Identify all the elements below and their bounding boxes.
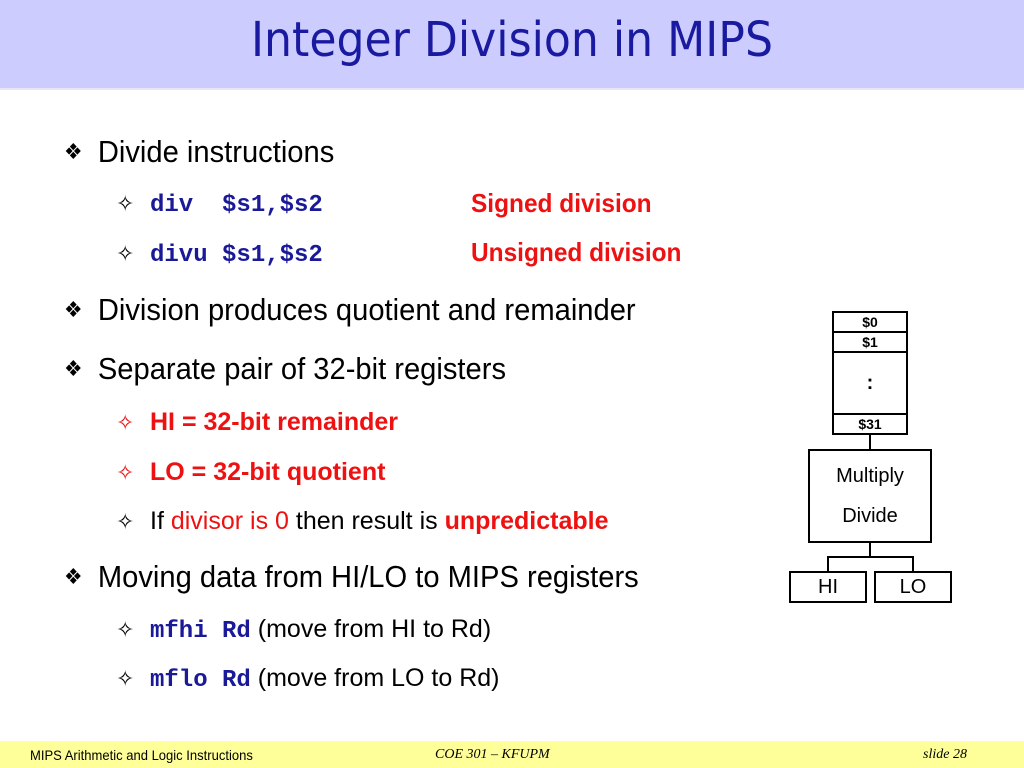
mflo-description: (move from LO to Rd) (250, 664, 500, 692)
multiply-divide-unit: Multiply Divide (808, 449, 932, 543)
connector-line (827, 556, 829, 572)
bullet-moving-data: ❖ Moving data from HI/LO to MIPS register… (64, 559, 639, 595)
code-mfhi: mfhi Rd (150, 618, 251, 645)
star-bullet-icon: ✧ (116, 241, 135, 266)
register-0: $0 (832, 311, 908, 333)
connector-line (827, 556, 914, 558)
connector-line (912, 556, 914, 572)
unpredictable-text: unpredictable (444, 507, 609, 535)
bullet-quotient-remainder: ❖ Division produces quotient and remainde… (64, 292, 636, 328)
diamond-bullet-icon: ❖ (64, 564, 83, 589)
register-1: $1 (832, 331, 908, 353)
star-bullet-icon: ✧ (116, 617, 135, 642)
title-bar: Integer Division in MIPS (0, 0, 1024, 90)
star-bullet-icon: ✧ (116, 460, 135, 485)
diamond-bullet-icon: ❖ (64, 297, 83, 322)
text-middle: then result is (288, 507, 445, 535)
star-bullet-icon: ✧ (116, 509, 135, 534)
connector-line (869, 543, 871, 557)
footer-course: COE 301 – KFUPM (435, 747, 550, 762)
star-bullet-icon: ✧ (116, 666, 135, 691)
slide-title: Integer Division in MIPS (251, 12, 773, 68)
footer-course-topic: MIPS Arithmetic and Logic Instructions (30, 747, 253, 763)
bullet-text: Divide instructions (97, 134, 335, 169)
hi-register: HI (789, 571, 867, 603)
mfhi-description: (move from HI to Rd) (250, 615, 492, 643)
divisor-zero-text: divisor is 0 (170, 507, 289, 535)
bullet-text: Moving data from HI/LO to MIPS registers (97, 559, 639, 594)
bullet-separate-registers: ❖ Separate pair of 32-bit registers (64, 351, 506, 387)
note-unsigned-division: Unsigned division (471, 237, 682, 267)
lo-register: LO (874, 571, 952, 603)
sub-bullet-divu: ✧ divu $s1,$s2 (116, 239, 323, 269)
text-prefix: If (150, 507, 171, 535)
register-31: $31 (832, 413, 908, 435)
hi-remainder-text: HI = 32-bit remainder (150, 408, 398, 436)
connector-line (869, 435, 871, 449)
sub-bullet-mfhi: ✧ mfhi Rd (move from HI to Rd) (116, 615, 491, 645)
footer: MIPS Arithmetic and Logic Instructions C… (0, 741, 1024, 768)
sub-bullet-lo: ✧ LO = 32-bit quotient (116, 458, 385, 487)
star-bullet-icon: ✧ (116, 191, 135, 216)
bullet-divide-instructions: ❖ Divide instructions (64, 134, 334, 170)
lo-quotient-text: LO = 32-bit quotient (150, 458, 386, 486)
code-divu: divu $s1,$s2 (150, 242, 323, 269)
sub-bullet-hi: ✧ HI = 32-bit remainder (116, 408, 398, 437)
bullet-text: Separate pair of 32-bit registers (97, 351, 507, 386)
sub-bullet-mflo: ✧ mflo Rd (move from LO to Rd) (116, 664, 500, 694)
sub-bullet-div: ✧ div $s1,$s2 (116, 189, 323, 219)
star-bullet-icon: ✧ (116, 410, 135, 435)
unit-label-multiply: Multiply (836, 465, 904, 487)
note-signed-division: Signed division (471, 188, 652, 218)
diamond-bullet-icon: ❖ (64, 139, 83, 164)
unit-label-divide: Divide (842, 505, 898, 527)
code-mflo: mflo Rd (150, 667, 251, 694)
register-ellipsis: : (832, 351, 908, 415)
bullet-text: Division produces quotient and remainder (97, 292, 636, 327)
sub-bullet-divisor-zero: ✧ If divisor is 0 then result is unpredic… (116, 507, 609, 536)
diamond-bullet-icon: ❖ (64, 356, 83, 381)
code-div: div $s1,$s2 (150, 192, 323, 219)
slide-number: slide 28 (923, 747, 967, 762)
